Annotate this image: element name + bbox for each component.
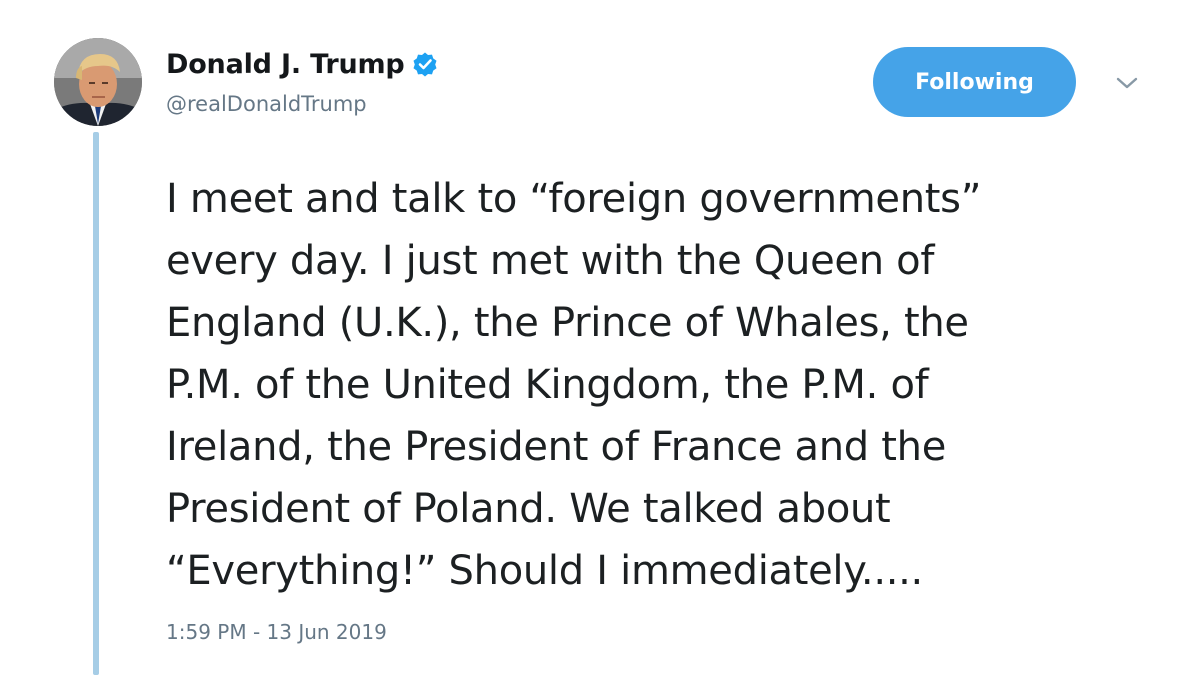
tweet-text-line: President of Poland. We talked about [166, 486, 891, 532]
tweet-text-line: P.M. of the United Kingdom, the P.M. of [166, 362, 929, 408]
tweet-card: Donald J. Trump @realDonaldTrump Followi… [0, 0, 1200, 675]
verified-badge-icon [412, 51, 438, 77]
tweet-text-line: Ireland, the President of France and the [166, 424, 947, 470]
thread-line [93, 132, 99, 675]
tweet-text-line: England (U.K.), the Prince of Whales, th… [166, 300, 969, 346]
author-row: Donald J. Trump [166, 44, 438, 84]
following-button[interactable]: Following [873, 47, 1076, 117]
tweet-text-line: I meet and talk to “foreign governments” [166, 176, 982, 222]
tweet-text: I meet and talk to “foreign governments”… [166, 168, 1156, 602]
chevron-down-icon[interactable] [1113, 72, 1141, 94]
profile-photo [54, 38, 142, 126]
tweet-timestamp[interactable]: 1:59 PM - 13 Jun 2019 [166, 620, 387, 644]
author-handle[interactable]: @realDonaldTrump [166, 92, 367, 116]
avatar[interactable] [54, 38, 142, 126]
author-display-name[interactable]: Donald J. Trump [166, 49, 405, 80]
tweet-text-line: every day. I just met with the Queen of [166, 238, 935, 284]
tweet-text-line: “Everything!” Should I immediately..... [166, 548, 923, 594]
